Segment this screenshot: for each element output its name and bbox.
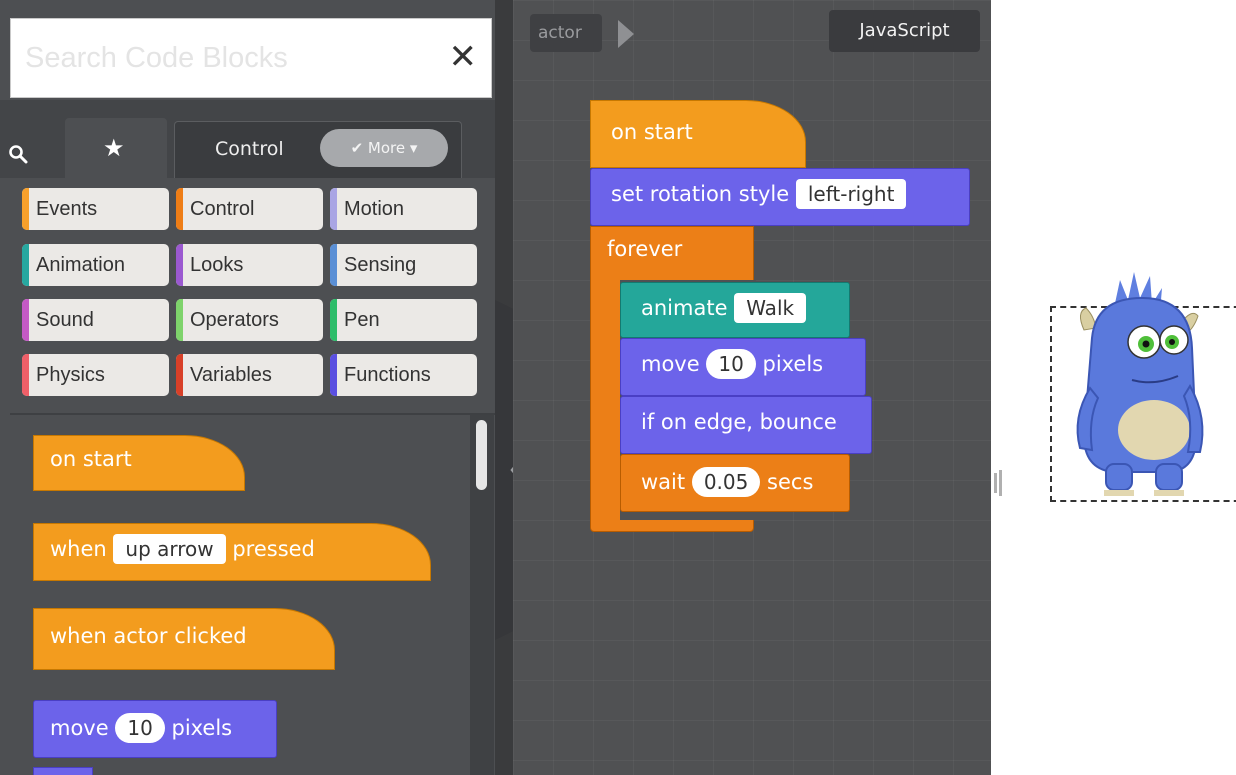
category-label: Operators	[190, 309, 279, 331]
category-variables[interactable]: Variables	[176, 354, 323, 396]
tab-control-label: Control	[215, 138, 284, 160]
scrollbar-thumb[interactable]	[476, 420, 487, 490]
category-label: Pen	[344, 309, 380, 331]
javascript-toggle-button[interactable]: JavaScript	[829, 10, 980, 52]
category-functions[interactable]: Functions	[330, 354, 477, 396]
blue-monster-sprite[interactable]	[1062, 268, 1212, 500]
block-label: if on edge, bounce	[641, 410, 837, 434]
key-selector[interactable]: up arrow	[113, 534, 226, 564]
block-label: forever	[607, 237, 683, 261]
block-label: pixels	[171, 716, 233, 740]
block-label: animate	[641, 296, 728, 320]
script-block-wait-secs[interactable]: wait 0.05 secs	[620, 454, 850, 512]
block-label: pixels	[762, 352, 824, 376]
category-operators[interactable]: Operators	[176, 299, 323, 341]
palette-block-when-actor-clicked[interactable]: when actor clicked	[33, 608, 335, 670]
more-label: More ▾	[367, 139, 418, 157]
palette-block-when-key-pressed[interactable]: when up arrow pressed	[33, 523, 431, 581]
category-control[interactable]: Control	[176, 188, 323, 230]
category-label: Sound	[36, 309, 94, 331]
category-motion[interactable]: Motion	[330, 188, 477, 230]
rotation-style-selector[interactable]: left-right	[795, 179, 907, 209]
stage-resize-handle[interactable]	[993, 468, 1003, 498]
script-block-if-on-edge-bounce[interactable]: if on edge, bounce	[620, 396, 872, 454]
block-label: on start	[50, 447, 132, 471]
category-label: Sensing	[344, 254, 417, 276]
category-sound[interactable]: Sound	[22, 299, 169, 341]
category-label: Physics	[36, 364, 105, 386]
more-dropdown-button[interactable]: ✔ More ▾	[320, 129, 448, 167]
palette-block-partial[interactable]	[33, 767, 93, 775]
script-block-on-start[interactable]: on start	[590, 100, 806, 168]
star-icon: ★	[103, 134, 125, 162]
move-amount-input[interactable]: 10	[706, 349, 756, 379]
block-label: pressed	[232, 537, 315, 561]
category-sensing[interactable]: Sensing	[330, 244, 477, 286]
block-label: set rotation style	[611, 182, 790, 206]
block-label: when actor clicked	[50, 624, 247, 648]
category-label: Motion	[344, 198, 405, 220]
animation-selector[interactable]: Walk	[734, 293, 807, 323]
block-label: move	[641, 352, 700, 376]
category-pen[interactable]: Pen	[330, 299, 477, 341]
script-block-move-pixels[interactable]: move 10 pixels	[620, 338, 866, 396]
block-label: move	[50, 716, 109, 740]
category-events[interactable]: Events	[22, 188, 169, 230]
category-label: Looks	[190, 254, 244, 276]
palette-divider	[10, 413, 495, 415]
close-icon[interactable]: ✕	[449, 39, 478, 75]
search-icon[interactable]	[8, 144, 28, 164]
category-label: Control	[190, 198, 255, 220]
script-block-set-rotation-style[interactable]: set rotation style left-right	[590, 168, 970, 226]
category-label: Variables	[190, 364, 272, 386]
block-label: wait	[641, 470, 686, 494]
search-input[interactable]	[23, 37, 437, 79]
category-label: Functions	[344, 364, 431, 386]
block-label: on start	[611, 120, 693, 144]
script-block-animate[interactable]: animate Walk	[620, 282, 850, 338]
block-label: when	[50, 537, 107, 561]
search-box: ✕	[10, 18, 492, 98]
category-label: Animation	[36, 254, 125, 276]
play-arrow-icon[interactable]	[618, 20, 634, 48]
tab-favorites[interactable]: ★	[65, 118, 167, 180]
category-grid: Events Control Motion Animation Looks Se…	[10, 178, 495, 413]
move-amount-input[interactable]: 10	[115, 713, 165, 743]
block-label: secs	[767, 470, 814, 494]
category-physics[interactable]: Physics	[22, 354, 169, 396]
category-label: Events	[36, 198, 98, 220]
actor-breadcrumb[interactable]: actor	[530, 14, 602, 52]
pin-icon: ✔	[350, 139, 368, 157]
category-looks[interactable]: Looks	[176, 244, 323, 286]
palette-block-move-pixels[interactable]: move 10 pixels	[33, 700, 277, 758]
tab-control[interactable]: Control ✔ More ▾	[174, 121, 462, 178]
palette-block-on-start[interactable]: on start	[33, 435, 245, 491]
category-animation[interactable]: Animation	[22, 244, 169, 286]
wait-duration-input[interactable]: 0.05	[691, 467, 761, 497]
